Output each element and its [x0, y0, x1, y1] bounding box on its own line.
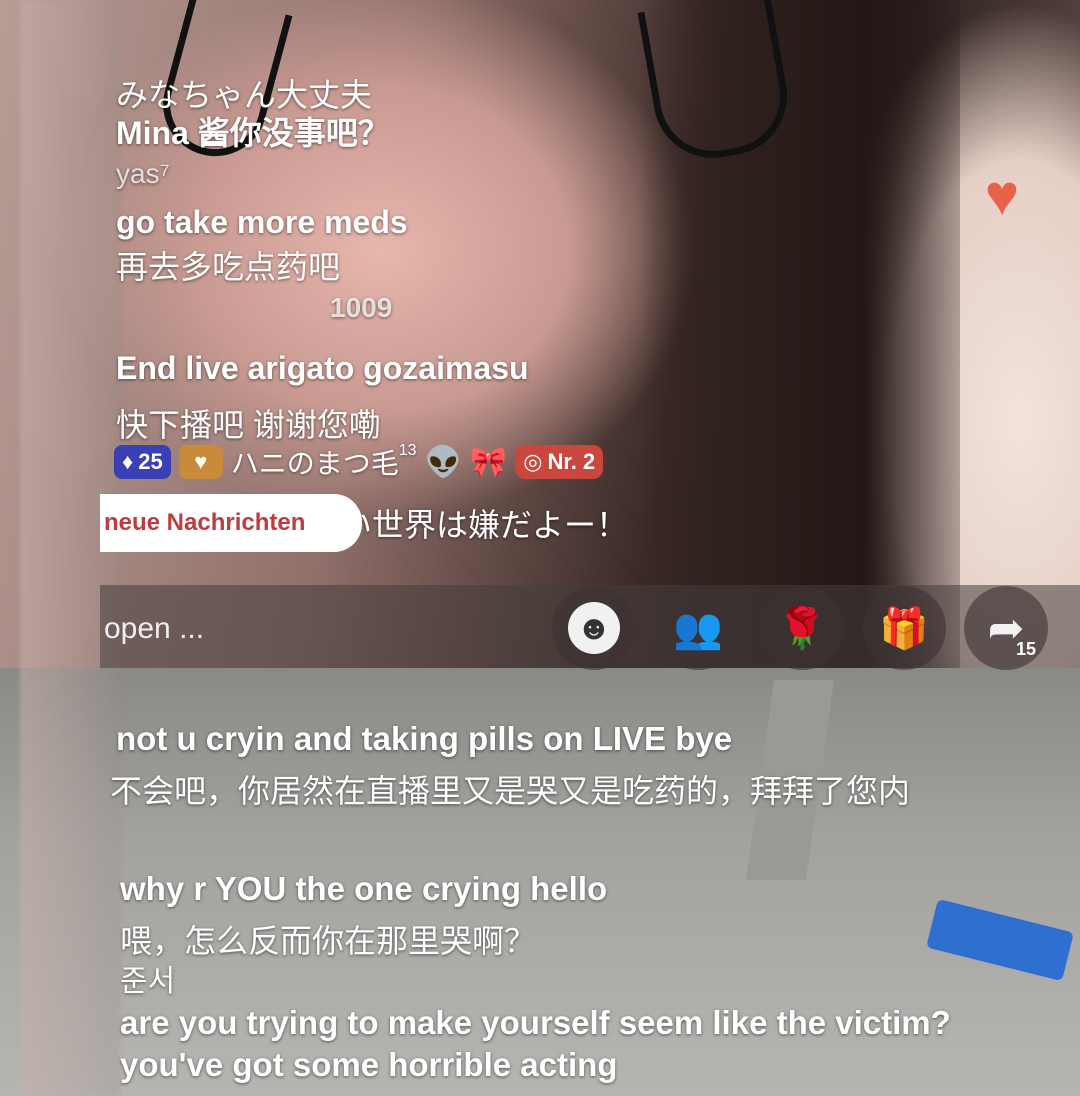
emoji-face-icon: ☻: [568, 602, 620, 654]
chat-message-meds-zh: 再去多吃点药吧: [116, 249, 341, 285]
chat-message-victim-en: are you trying to make yourself seem lik…: [120, 1004, 951, 1041]
chat-username-1009[interactable]: 1009: [330, 292, 392, 324]
live-chat: みなちゃん大丈夫 Mina 酱你没事吧？ yas⁷ go take more m…: [0, 0, 1080, 1096]
new-messages-button[interactable]: neue Nachrichten: [100, 494, 362, 552]
rank-badge: ◎ Nr. 2: [515, 445, 604, 479]
people-icon: 👥: [673, 606, 723, 651]
badge-username-text: ハニのまつ毛: [230, 448, 399, 479]
gem-badge: ♦ 25: [114, 445, 171, 479]
alien-emoji: 👽: [424, 445, 462, 479]
chat-message-endlive-zh: 快下播吧 谢谢您嘞: [116, 407, 381, 443]
heart-badge-icon: ♥: [178, 445, 223, 479]
chat-message-endlive-en: End live arigato gozaimasu: [116, 350, 529, 386]
chat-username-korean[interactable]: 준서: [120, 956, 175, 1000]
chat-message-cryin-zh: 不会吧，你居然在直播里又是哭又是吃药的，拜拜了您内: [110, 773, 911, 809]
chat-message-cryin-en: not u cryin and taking pills on LIVE bye: [116, 720, 733, 757]
gem-icon: ♦: [122, 449, 134, 474]
chat-message-crying-zh: 喂，怎么反而你在那里哭啊？: [120, 923, 537, 959]
chat-message-acting-en: you've got some horrible acting: [120, 1046, 618, 1083]
chat-message-partial: い世界は嫌だよー！: [340, 507, 629, 543]
rank-icon: ◎: [523, 449, 543, 474]
share-button[interactable]: ➦ 15: [964, 586, 1048, 670]
emoji-button[interactable]: ☻: [552, 586, 636, 670]
chat-message-meds-en: go take more meds: [116, 204, 408, 240]
badge-username[interactable]: ハニのまつ毛13: [231, 442, 417, 482]
rank-text: Nr. 2: [547, 449, 596, 474]
chat-username-yas[interactable]: yas⁷: [116, 158, 170, 190]
user-badge-row[interactable]: ♦ 25 ♥ ハニのまつ毛13 👽 🎀 ◎ Nr. 2: [114, 442, 604, 482]
people-button[interactable]: 👥: [656, 586, 740, 670]
chat-message-crying-en: why r YOU the one crying hello: [120, 870, 608, 907]
gem-count: 25: [138, 449, 163, 474]
rose-icon: 🌹: [777, 606, 827, 651]
share-count: 15: [1015, 639, 1036, 659]
badge-username-sup: 13: [398, 442, 417, 459]
chat-line-mina: Mina 酱你没事吧？: [116, 115, 390, 151]
rose-button[interactable]: 🌹: [760, 586, 844, 670]
gift-icon: 🎁: [879, 606, 929, 651]
bow-emoji: 🎀: [469, 445, 508, 479]
gift-button[interactable]: 🎁: [862, 586, 946, 670]
comment-input[interactable]: open ...: [100, 596, 544, 662]
